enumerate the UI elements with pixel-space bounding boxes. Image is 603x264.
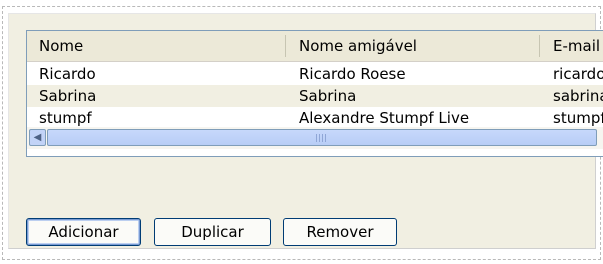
table-row[interactable]: stumpf Alexandre Stumpf Live stumpf <box>27 107 603 129</box>
list-header: Nome Nome amigável E-mail <box>27 31 603 62</box>
cell-friendly-name: Ricardo Roese <box>299 65 406 83</box>
add-button[interactable]: Adicionar <box>26 218 141 246</box>
column-header-friendly-name[interactable]: Nome amigável <box>287 31 539 61</box>
column-header-email[interactable]: E-mail <box>541 31 603 61</box>
cell-email: ricardo <box>553 65 603 83</box>
cell-email: stumpf <box>553 109 603 127</box>
cell-name: Sabrina <box>39 87 97 105</box>
accounts-list[interactable]: Nome Nome amigável E-mail Ricardo Ricard… <box>26 30 603 157</box>
scroll-left-arrow-icon[interactable]: ◀ <box>29 129 46 146</box>
cell-name: Ricardo <box>39 65 96 83</box>
cell-email: sabrina <box>553 87 603 105</box>
column-divider[interactable] <box>285 35 286 57</box>
column-header-name[interactable]: Nome <box>27 31 285 61</box>
grip-icon <box>316 134 328 142</box>
remove-button[interactable]: Remover <box>283 218 397 246</box>
table-row-selected[interactable]: Sabrina Sabrina sabrina <box>27 85 603 107</box>
cell-friendly-name: Alexandre Stumpf Live <box>299 109 470 127</box>
table-row[interactable]: Ricardo Ricardo Roese ricardo <box>27 63 603 85</box>
column-divider[interactable] <box>539 35 540 57</box>
duplicate-button[interactable]: Duplicar <box>154 218 271 246</box>
horizontal-scrollbar[interactable]: ◀ <box>27 127 603 149</box>
cell-name: stumpf <box>39 109 92 127</box>
scrollbar-thumb[interactable] <box>47 129 597 146</box>
cell-friendly-name: Sabrina <box>299 87 357 105</box>
